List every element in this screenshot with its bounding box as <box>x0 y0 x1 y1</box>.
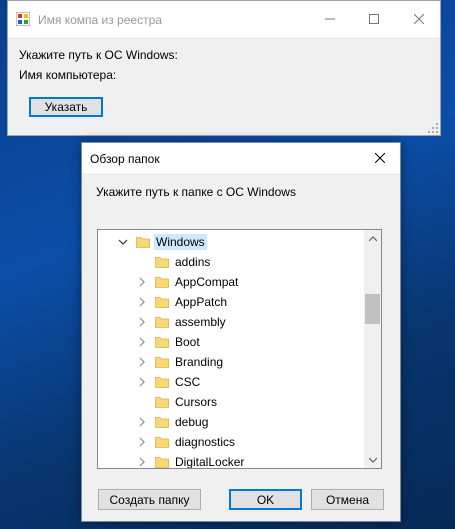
dialog-close-button[interactable] <box>360 143 400 173</box>
tree-item-label: CSC <box>175 375 201 389</box>
tree-item[interactable]: CSC <box>98 372 366 392</box>
scroll-up-button[interactable] <box>364 230 381 247</box>
specify-button[interactable]: Указать <box>29 97 103 117</box>
folder-icon <box>155 437 169 448</box>
tree-item-label: AppCompat <box>175 275 239 289</box>
cancel-button[interactable]: Отмена <box>311 489 384 510</box>
main-window: Имя компа из реестра Укажите путь к ОС W… <box>7 0 441 136</box>
close-icon <box>414 14 424 24</box>
tree-item-label: debug <box>175 415 209 429</box>
maximize-icon <box>369 14 379 24</box>
scroll-thumb[interactable] <box>365 294 380 324</box>
tree-item-label: Cursors <box>175 395 218 409</box>
browse-folder-dialog: Обзор папок Укажите путь к папке с ОС Wi… <box>81 142 401 522</box>
minimize-button[interactable] <box>308 1 352 37</box>
chevron-right-icon[interactable] <box>137 297 147 307</box>
tree-item[interactable]: Boot <box>98 332 366 352</box>
chevron-right-icon[interactable] <box>137 357 147 367</box>
maximize-button[interactable] <box>352 1 396 37</box>
tree-item[interactable]: AppPatch <box>98 292 366 312</box>
scroll-down-button[interactable] <box>364 451 381 468</box>
chevron-up-icon <box>368 235 377 241</box>
tree-root-item[interactable]: Windows <box>98 232 366 252</box>
chevron-down-icon <box>368 457 377 463</box>
chevron-right-icon[interactable] <box>137 417 147 427</box>
tree-item[interactable]: assembly <box>98 312 366 332</box>
chevron-right-icon[interactable] <box>137 317 147 327</box>
dialog-title: Обзор папок <box>90 152 160 166</box>
tree-item-label: Boot <box>175 335 200 349</box>
folder-icon <box>155 377 169 388</box>
tree-item-label: Windows <box>154 234 207 250</box>
folder-icon <box>155 417 169 428</box>
tree-item-label: DigitalLocker <box>175 455 245 469</box>
folder-icon <box>155 457 169 468</box>
tree-item-label: AppPatch <box>175 295 228 309</box>
os-path-label: Укажите путь к ОС Windows: <box>19 48 178 62</box>
tree-item-label: diagnostics <box>175 435 236 449</box>
chevron-right-icon[interactable] <box>137 437 147 447</box>
folder-icon <box>155 317 169 328</box>
folder-icon <box>155 337 169 348</box>
dialog-titlebar[interactable]: Обзор папок <box>82 143 400 173</box>
app-icon <box>16 12 30 26</box>
folder-icon <box>155 357 169 368</box>
close-button[interactable] <box>397 1 441 37</box>
folder-icon <box>155 397 169 408</box>
computer-name-label: Имя компьютера: <box>19 68 117 82</box>
vertical-scrollbar[interactable] <box>364 230 381 468</box>
ok-button[interactable]: OK <box>229 489 302 510</box>
chevron-right-icon[interactable] <box>137 457 147 467</box>
window-title: Имя компа из реестра <box>38 13 162 27</box>
close-icon <box>375 153 385 163</box>
folder-icon <box>155 257 169 268</box>
tree-item[interactable]: AppCompat <box>98 272 366 292</box>
tree-item[interactable]: addins <box>98 252 366 272</box>
chevron-right-icon[interactable] <box>137 277 147 287</box>
tree-item[interactable]: diagnostics <box>98 432 366 452</box>
tree-item-label: addins <box>175 255 211 269</box>
folder-icon <box>136 237 150 248</box>
tree-item-label: Branding <box>175 355 224 369</box>
minimize-icon <box>325 18 335 20</box>
folder-tree[interactable]: Windows addins AppCompat AppPatch assembly Bo… <box>97 229 382 469</box>
tree-item[interactable]: Branding <box>98 352 366 372</box>
main-titlebar[interactable]: Имя компа из реестра <box>8 1 440 37</box>
tree-item[interactable]: debug <box>98 412 366 432</box>
folder-icon <box>155 297 169 308</box>
dialog-description: Укажите путь к папке с ОС Windows <box>96 185 296 199</box>
chevron-right-icon[interactable] <box>137 377 147 387</box>
tree-item[interactable]: DigitalLocker <box>98 452 366 469</box>
tree-item[interactable]: Cursors <box>98 392 366 412</box>
resize-grip-icon[interactable] <box>428 123 438 133</box>
create-folder-button[interactable]: Создать папку <box>98 489 201 510</box>
chevron-down-icon[interactable] <box>118 237 128 247</box>
tree-item-label: assembly <box>175 315 226 329</box>
chevron-right-icon[interactable] <box>137 337 147 347</box>
folder-icon <box>155 277 169 288</box>
